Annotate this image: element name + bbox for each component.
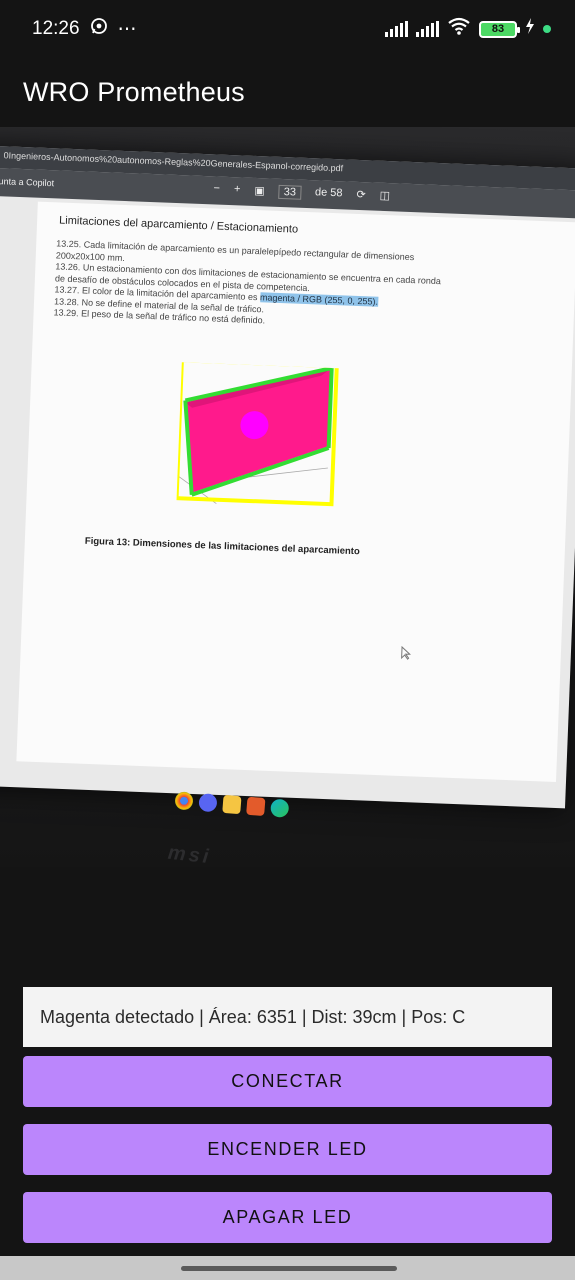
monitor-screen: 0Ingenieros-Autonomos%20autonomos-Reglas… <box>0 145 575 867</box>
edge-icon <box>270 798 290 818</box>
folder-icon <box>222 794 242 815</box>
whatsapp-icon <box>90 17 108 41</box>
charging-icon <box>525 18 535 40</box>
home-gesture-handle[interactable] <box>181 1266 397 1271</box>
monitor-brand-logo: msi <box>166 841 213 867</box>
status-right: 83 <box>385 17 551 41</box>
parking-limit-figure <box>176 362 339 507</box>
connect-button[interactable]: CONECTAR <box>23 1056 552 1107</box>
signal-icon-sim1 <box>385 21 408 37</box>
detection-status: Magenta detectado | Área: 6351 | Dist: 3… <box>23 987 552 1047</box>
battery-icon: 83 <box>479 20 520 38</box>
clock: 12:26 <box>32 18 80 39</box>
page-number: 33 <box>278 184 302 200</box>
figure-caption: Figura 13: Dimensiones de las limitacion… <box>84 535 360 558</box>
rules-list: 13.25. Cada limitación de aparcamiento e… <box>53 238 526 336</box>
status-left: 12:26 ⋯ <box>32 17 137 41</box>
zoom-in-icon: + <box>233 183 241 196</box>
camera-preview: 0Ingenieros-Autonomos%20autonomos-Reglas… <box>0 127 575 867</box>
copilot-label: unta a Copilot <box>0 176 55 189</box>
two-page-icon: ◫ <box>379 189 391 203</box>
wifi-icon <box>447 17 471 41</box>
status-bar: 12:26 ⋯ 83 <box>0 0 575 58</box>
page-total: de 58 <box>314 186 343 200</box>
system-nav-bar <box>0 1256 575 1280</box>
more-notifications-icon: ⋯ <box>117 18 137 40</box>
pdf-controls: − + ▣ 33 de 58 ⟳ ◫ <box>213 182 390 203</box>
fit-page-icon: ▣ <box>254 184 265 198</box>
taskbar <box>174 791 290 818</box>
app-title: WRO Prometheus <box>23 76 245 107</box>
led-on-button[interactable]: ENCENDER LED <box>23 1124 552 1175</box>
signal-icon-sim2 <box>416 21 439 37</box>
led-off-button[interactable]: APAGAR LED <box>23 1192 552 1243</box>
chrome-icon <box>174 791 194 811</box>
privacy-indicator-icon <box>543 25 551 33</box>
app-icon <box>246 796 266 817</box>
app-bar: WRO Prometheus <box>0 58 575 126</box>
pdf-page: Limitaciones del aparcamiento / Estacion… <box>16 201 575 782</box>
zoom-out-icon: − <box>213 182 221 195</box>
app-icon <box>198 793 218 813</box>
section-heading: Limitaciones del aparcamiento / Estacion… <box>58 214 299 236</box>
rotate-icon: ⟳ <box>356 188 366 202</box>
mouse-cursor-icon <box>401 645 412 660</box>
